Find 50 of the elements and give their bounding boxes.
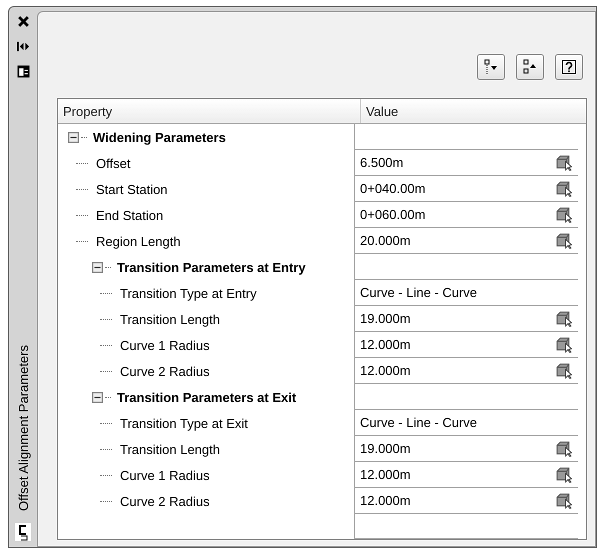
help-icon[interactable] [555, 54, 583, 80]
property-label: Transition Length [120, 442, 220, 456]
property-value[interactable]: 12.000m [360, 467, 555, 482]
collapse-toggle[interactable] [68, 132, 79, 142]
properties-icon[interactable] [16, 65, 30, 78]
property-label: Offset [96, 156, 130, 170]
property-label: Curve 2 Radius [120, 364, 210, 378]
property-value[interactable]: 19.000m [360, 441, 555, 456]
pick-icon[interactable] [555, 180, 572, 197]
property-label: Start Station [96, 182, 168, 196]
property-label: Transition Type at Entry [120, 286, 257, 300]
column-header[interactable]: Value [361, 99, 586, 123]
property-label: Curve 1 Radius [120, 468, 210, 482]
expand-icon[interactable] [477, 54, 505, 80]
property-value[interactable]: 12.000m [360, 337, 555, 352]
group-label: Transition Parameters at Exit [117, 390, 296, 404]
pick-icon[interactable] [555, 492, 572, 509]
property-value[interactable]: 12.000m [360, 363, 555, 378]
property-label: End Station [96, 208, 164, 222]
pick-icon[interactable] [555, 310, 572, 327]
property-value[interactable]: Curve - Line - Curve [360, 415, 572, 430]
pick-icon[interactable] [555, 466, 572, 483]
property-value[interactable]: 0+040.00m [360, 181, 555, 196]
pick-icon[interactable] [555, 232, 572, 249]
property-value[interactable]: 6.500m [360, 155, 555, 170]
collapse-icon[interactable] [516, 54, 544, 80]
pick-icon[interactable] [555, 440, 572, 457]
palette-title: Offset Alignment Parameters [16, 345, 30, 511]
pick-icon[interactable] [555, 336, 572, 353]
property-label: Curve 2 Radius [120, 494, 210, 508]
group-label: Widening Parameters [93, 130, 226, 144]
column-header[interactable]: Property [58, 99, 361, 123]
property-value[interactable]: 12.000m [360, 493, 555, 508]
property-label: Region Length [96, 234, 181, 248]
property-value[interactable]: 20.000m [360, 233, 555, 248]
close-icon[interactable] [16, 15, 30, 28]
collapse-toggle[interactable] [92, 392, 103, 402]
group-label: Transition Parameters at Entry [117, 260, 306, 274]
property-label: Transition Type at Exit [120, 416, 248, 430]
pick-icon[interactable] [555, 362, 572, 379]
property-value[interactable]: Curve - Line - Curve [360, 285, 572, 300]
pick-icon[interactable] [555, 154, 572, 171]
property-label: Curve 1 Radius [120, 338, 210, 352]
pick-icon[interactable] [555, 206, 572, 223]
workspace-icon[interactable] [15, 523, 31, 541]
property-label: Transition Length [120, 312, 220, 326]
auto-hide-icon[interactable] [16, 40, 30, 53]
property-value[interactable]: 19.000m [360, 311, 555, 326]
property-value[interactable]: 0+060.00m [360, 207, 555, 222]
collapse-toggle[interactable] [92, 262, 103, 272]
